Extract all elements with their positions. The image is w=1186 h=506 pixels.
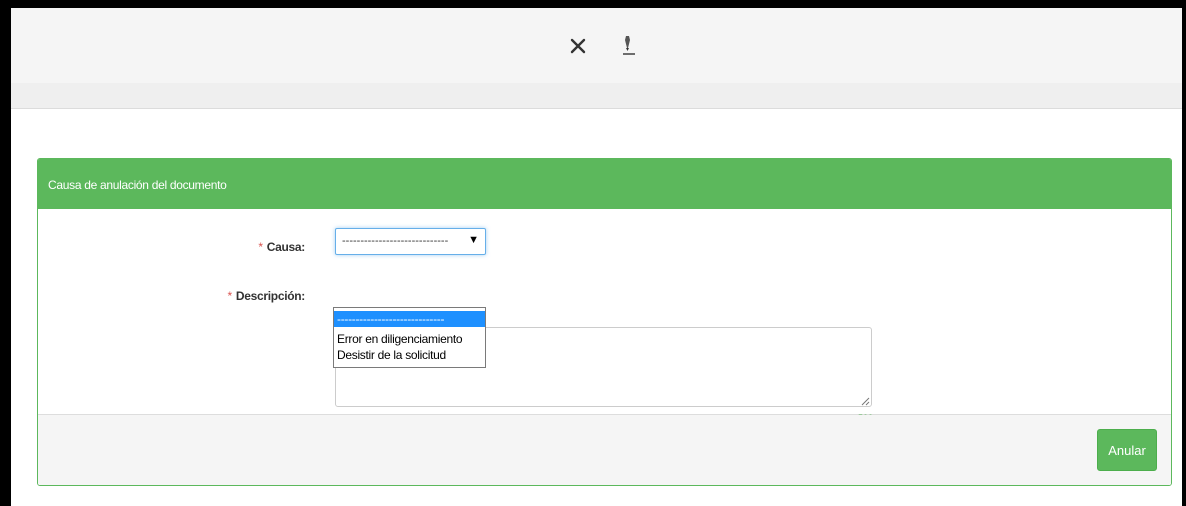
causa-dropdown-list: ----------------------------- Error en d… (333, 307, 486, 368)
close-icon[interactable] (567, 33, 589, 59)
descripcion-label-text: Descripción: (235, 289, 305, 303)
panel-footer: Anular (38, 415, 1171, 485)
dropdown-option[interactable]: Desistir de la solicitud (334, 347, 485, 363)
chevron-down-icon: ▼ (468, 234, 479, 246)
causa-label: * Causa: (258, 240, 305, 254)
sign-pen-icon[interactable] (617, 33, 639, 59)
window-border-right (1182, 0, 1186, 506)
window-border-left (0, 0, 11, 506)
dropdown-option[interactable]: ----------------------------- (334, 311, 485, 327)
required-marker: * (258, 240, 263, 254)
window-border-top (0, 0, 1186, 8)
causa-select[interactable]: ----------------------------- ▼ (335, 228, 486, 255)
resize-grip-icon[interactable] (861, 393, 870, 406)
required-marker: * (227, 289, 233, 303)
causa-selected-value: ----------------------------- (342, 235, 449, 247)
panel-title: Causa de anulación del documento (38, 159, 1171, 209)
cancellation-panel: Causa de anulación del documento * Causa:… (37, 158, 1172, 486)
top-toolbar (11, 8, 1182, 83)
panel-body: * Causa: ----------------------------- ▼ … (38, 209, 1171, 423)
anular-button[interactable]: Anular (1097, 429, 1157, 471)
descripcion-label: * Descripción: (227, 289, 306, 303)
causa-label-text: Causa: (266, 240, 306, 254)
dropdown-option[interactable]: Error en diligenciamiento (334, 331, 485, 347)
sub-toolbar (11, 83, 1182, 109)
